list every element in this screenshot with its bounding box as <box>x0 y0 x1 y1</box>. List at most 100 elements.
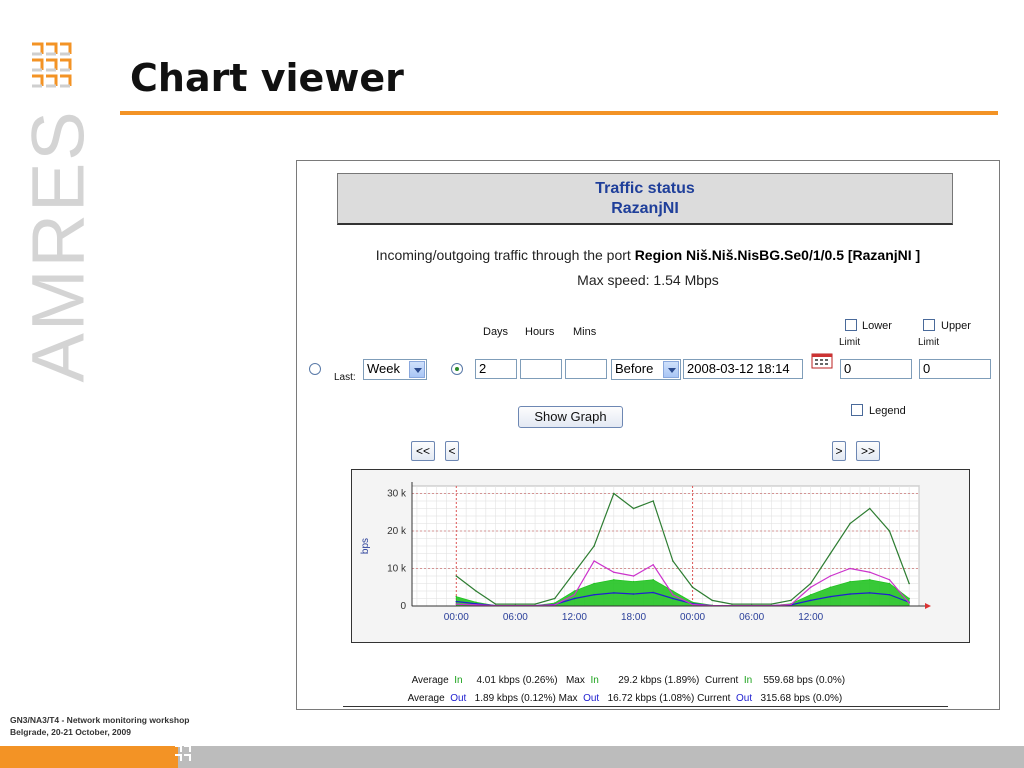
days-label: Days <box>483 326 509 338</box>
chart-viewer-window: Traffic status RazanjNI Incoming/outgoin… <box>296 160 1000 710</box>
upper-limit-label-2: Limit <box>918 337 940 348</box>
series-point <box>613 571 615 574</box>
series-point <box>790 599 792 602</box>
hours-label: Hours <box>525 326 555 338</box>
series-point <box>809 593 812 596</box>
x-tick-label: 06:00 <box>503 612 528 623</box>
x-tick-label: 12:00 <box>798 612 823 623</box>
port-name: Region Niš.Niš.NisBG.Se0/1/0.5 [RazanjNI… <box>634 247 921 263</box>
series-point <box>691 586 694 589</box>
hours-input[interactable] <box>520 359 562 379</box>
title-divider <box>120 111 998 115</box>
series-point <box>829 595 832 598</box>
series-point <box>553 602 556 604</box>
series-point <box>475 590 477 592</box>
series-point <box>573 590 576 592</box>
upper-limit-checkbox[interactable] <box>923 319 935 331</box>
stat-label: Current <box>697 693 731 704</box>
last-period-select[interactable]: Week <box>363 359 427 380</box>
series-point <box>868 578 871 581</box>
series-point <box>475 604 477 606</box>
lower-limit-checkbox[interactable] <box>845 319 857 331</box>
series-point <box>888 593 891 596</box>
nav-first-button[interactable]: << <box>411 441 435 461</box>
series-point <box>652 500 654 502</box>
slide-title: Chart viewer <box>130 56 404 100</box>
chevron-down-icon <box>663 361 679 378</box>
legend-checkbox[interactable] <box>851 404 863 416</box>
chevron-down-icon <box>409 361 425 378</box>
series-point <box>908 582 910 585</box>
traffic-chart-frame: 0 10 k 20 k 30 k bps 00:00 06:00 12:00 18:00 00:0… <box>351 469 970 643</box>
series-point <box>573 571 576 574</box>
series-point <box>711 599 714 602</box>
legend-label: Legend <box>869 405 906 417</box>
slide-footer: GN3/NA3/T4 - Network monitoring workshop… <box>10 714 189 738</box>
series-point <box>849 522 851 525</box>
series-point <box>849 580 851 583</box>
last-period-radio[interactable] <box>309 363 321 375</box>
last-label: Last: <box>334 372 356 383</box>
stat-series: Out <box>450 693 467 704</box>
lower-limit-label-2: Limit <box>839 337 861 348</box>
series-point <box>553 597 556 600</box>
port-description: Incoming/outgoing traffic through the po… <box>297 247 999 263</box>
series-point <box>790 603 792 606</box>
footer-band-accent <box>0 746 178 768</box>
nav-next-button[interactable]: > <box>832 441 846 461</box>
range-radio[interactable] <box>451 363 463 375</box>
series-point <box>849 567 851 570</box>
series-point <box>632 507 635 510</box>
calendar-icon[interactable] <box>811 353 833 369</box>
brand-wordmark: AMRES <box>16 109 100 383</box>
traffic-chart: 0 10 k 20 k 30 k bps 00:00 06:00 12:00 18:00 00:0… <box>360 482 931 623</box>
stat-value: 16.72 kbps (1.08%) <box>607 693 695 704</box>
series-point <box>593 560 595 562</box>
footer-place-date: Belgrade, 20-21 October, 2009 <box>10 727 131 737</box>
x-tick-label: 00:00 <box>680 612 705 623</box>
series-point <box>593 593 595 596</box>
upper-limit-input[interactable]: 0 <box>919 359 991 379</box>
stat-series: Out <box>583 693 600 704</box>
heading-title: Traffic status <box>595 180 695 197</box>
series-point <box>908 597 910 600</box>
series-point <box>593 582 595 585</box>
series-point <box>672 597 674 600</box>
relation-value: Before <box>615 361 654 376</box>
series-point <box>613 578 615 581</box>
series-point <box>632 593 635 595</box>
stat-label: Max <box>558 693 578 704</box>
series-point <box>888 578 891 581</box>
series-point <box>593 545 595 547</box>
lower-limit-label: Lower <box>862 320 892 332</box>
series-point <box>455 595 458 598</box>
mins-input[interactable] <box>565 359 607 379</box>
max-speed: Max speed: 1.54 Mbps <box>577 272 719 288</box>
series-point <box>809 582 812 585</box>
relation-select[interactable]: Before <box>611 359 681 380</box>
amres-logo-icon <box>32 42 72 88</box>
series-point <box>908 602 910 604</box>
series-point <box>809 586 812 589</box>
traffic-status-header: Traffic status RazanjNI <box>337 173 953 225</box>
series-point <box>494 603 497 605</box>
series-point <box>849 593 851 595</box>
series-point <box>691 603 694 606</box>
series-point <box>613 492 615 495</box>
date-input[interactable]: 2008-03-12 18:14 <box>683 359 803 379</box>
stat-value: 315.68 bps (0.0%) <box>760 693 843 704</box>
amres-footer-logo-icon <box>175 745 191 761</box>
y-tick-label: 30 k <box>387 489 407 500</box>
series-point <box>652 563 654 566</box>
days-input[interactable]: 2 <box>475 359 517 379</box>
series-point <box>829 586 832 589</box>
series-point <box>632 575 635 577</box>
nav-last-button[interactable]: >> <box>856 441 880 461</box>
series-point <box>652 578 654 581</box>
lower-limit-input[interactable]: 0 <box>840 359 912 379</box>
series-point <box>613 592 615 594</box>
x-axis-arrow <box>925 603 931 609</box>
port-prefix: Incoming/outgoing traffic through the po… <box>375 247 631 263</box>
nav-prev-button[interactable]: < <box>445 441 459 461</box>
show-graph-button[interactable]: Show Graph <box>518 406 623 428</box>
